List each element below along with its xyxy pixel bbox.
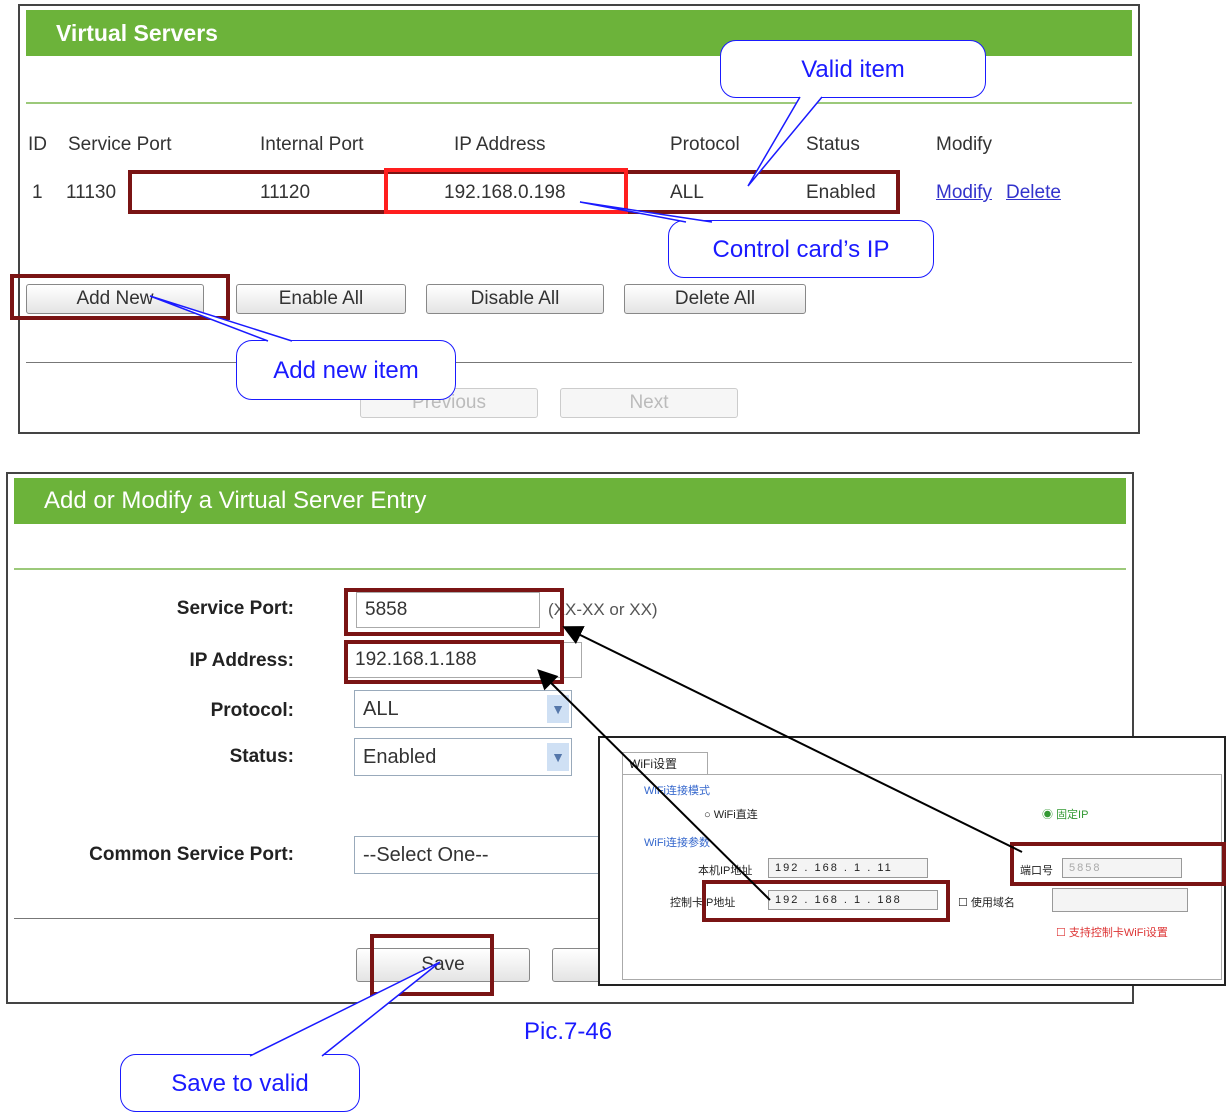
annotation-arrows: [149, 96, 1023, 1057]
callout-pointer: [579, 201, 713, 223]
arrow-port: [562, 626, 1023, 853]
arrow-ip: [537, 669, 771, 901]
figure-caption: Pic.7-46: [524, 1018, 613, 1045]
callout-pointer: [149, 295, 293, 342]
callout-pointer: [249, 961, 441, 1057]
callout-pointer: [747, 96, 823, 187]
